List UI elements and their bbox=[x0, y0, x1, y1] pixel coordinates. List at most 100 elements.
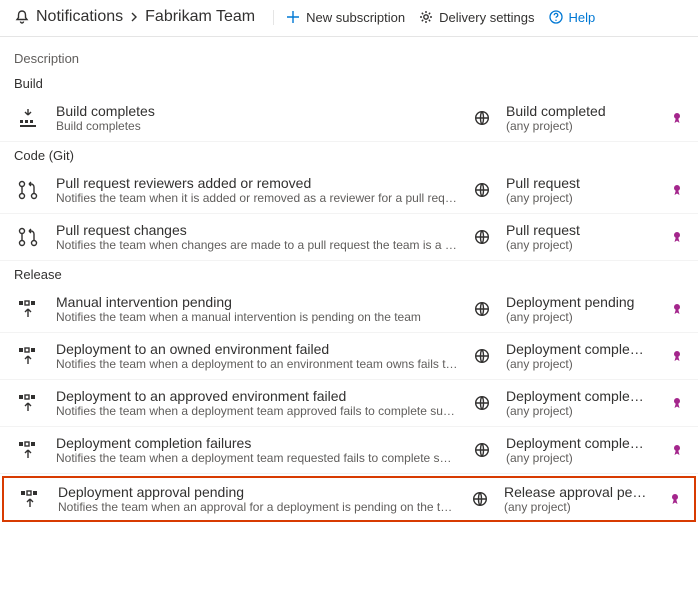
help-button[interactable]: Help bbox=[549, 10, 596, 25]
chevron-right-icon bbox=[129, 12, 139, 22]
subscription-row[interactable]: Pull request changesNotifies the team wh… bbox=[0, 214, 698, 261]
globe-icon bbox=[472, 229, 492, 245]
group-label: Release bbox=[0, 261, 698, 286]
bell-icon bbox=[14, 9, 30, 25]
group-label: Build bbox=[0, 70, 698, 95]
row-main: Deployment to an owned environment faile… bbox=[56, 341, 458, 371]
build-icon bbox=[14, 106, 42, 130]
row-desc: Notifies the team when a deployment team… bbox=[56, 451, 458, 465]
row-desc: Notifies the team when changes are made … bbox=[56, 238, 458, 252]
badge-icon bbox=[670, 184, 684, 196]
event-title: Deployment comple… bbox=[506, 388, 656, 404]
row-main: Pull request changesNotifies the team wh… bbox=[56, 222, 458, 252]
row-main: Deployment completion failuresNotifies t… bbox=[56, 435, 458, 465]
toolbar: New subscription Delivery settings Help bbox=[273, 10, 595, 25]
header: Notifications Fabrikam Team New subscrip… bbox=[0, 0, 698, 37]
row-main: Build completesBuild completes bbox=[56, 103, 458, 133]
plus-icon bbox=[286, 10, 300, 24]
deploy-icon bbox=[14, 344, 42, 368]
breadcrumb-leaf: Fabrikam Team bbox=[145, 8, 255, 26]
gear-icon bbox=[419, 10, 433, 24]
subscription-row[interactable]: Manual intervention pendingNotifies the … bbox=[0, 286, 698, 333]
row-desc: Notifies the team when an approval for a… bbox=[58, 500, 456, 514]
badge-icon bbox=[670, 444, 684, 456]
new-subscription-label: New subscription bbox=[306, 10, 405, 25]
row-desc: Notifies the team when it is added or re… bbox=[56, 191, 458, 205]
row-main: Manual intervention pendingNotifies the … bbox=[56, 294, 458, 324]
badge-icon bbox=[670, 231, 684, 243]
badge-icon bbox=[668, 493, 682, 505]
globe-icon bbox=[472, 348, 492, 364]
row-event: Deployment pending(any project) bbox=[506, 294, 656, 324]
event-scope: (any project) bbox=[506, 357, 656, 371]
subscription-row[interactable]: Deployment approval pendingNotifies the … bbox=[2, 476, 696, 522]
badge-icon bbox=[670, 112, 684, 124]
subscription-row[interactable]: Pull request reviewers added or removedN… bbox=[0, 167, 698, 214]
deploy-icon bbox=[16, 487, 44, 511]
row-event: Pull request(any project) bbox=[506, 175, 656, 205]
row-title: Build completes bbox=[56, 103, 458, 119]
event-scope: (any project) bbox=[506, 310, 656, 324]
row-main: Deployment to an approved environment fa… bbox=[56, 388, 458, 418]
badge-icon bbox=[670, 350, 684, 362]
subscription-row[interactable]: Deployment to an owned environment faile… bbox=[0, 333, 698, 380]
event-title: Pull request bbox=[506, 222, 656, 238]
row-event: Deployment comple…(any project) bbox=[506, 341, 656, 371]
pr-icon bbox=[14, 178, 42, 202]
subscription-row[interactable]: Deployment completion failuresNotifies t… bbox=[0, 427, 698, 474]
event-scope: (any project) bbox=[506, 238, 656, 252]
deploy-icon bbox=[14, 391, 42, 415]
event-title: Deployment comple… bbox=[506, 435, 656, 451]
row-title: Manual intervention pending bbox=[56, 294, 458, 310]
delivery-settings-label: Delivery settings bbox=[439, 10, 534, 25]
row-event: Build completed(any project) bbox=[506, 103, 656, 133]
subscription-row[interactable]: Build completesBuild completes Build com… bbox=[0, 95, 698, 142]
breadcrumb: Notifications Fabrikam Team bbox=[14, 8, 255, 26]
event-scope: (any project) bbox=[504, 500, 654, 514]
pr-icon bbox=[14, 225, 42, 249]
row-desc: Notifies the team when a deployment to a… bbox=[56, 357, 458, 371]
row-title: Deployment to an owned environment faile… bbox=[56, 341, 458, 357]
delivery-settings-button[interactable]: Delivery settings bbox=[419, 10, 534, 25]
row-title: Pull request changes bbox=[56, 222, 458, 238]
globe-icon bbox=[472, 182, 492, 198]
event-scope: (any project) bbox=[506, 451, 656, 465]
event-title: Release approval pe… bbox=[504, 484, 654, 500]
row-title: Deployment approval pending bbox=[58, 484, 456, 500]
event-title: Deployment comple… bbox=[506, 341, 656, 357]
row-event: Pull request(any project) bbox=[506, 222, 656, 252]
group-label: Code (Git) bbox=[0, 142, 698, 167]
help-label: Help bbox=[569, 10, 596, 25]
row-title: Deployment completion failures bbox=[56, 435, 458, 451]
globe-icon bbox=[470, 491, 490, 507]
globe-icon bbox=[472, 442, 492, 458]
event-title: Deployment pending bbox=[506, 294, 656, 310]
row-main: Deployment approval pendingNotifies the … bbox=[58, 484, 456, 514]
row-title: Pull request reviewers added or removed bbox=[56, 175, 458, 191]
deploy-icon bbox=[14, 438, 42, 462]
row-title: Deployment to an approved environment fa… bbox=[56, 388, 458, 404]
breadcrumb-root[interactable]: Notifications bbox=[36, 8, 123, 26]
event-scope: (any project) bbox=[506, 191, 656, 205]
event-title: Pull request bbox=[506, 175, 656, 191]
event-title: Build completed bbox=[506, 103, 656, 119]
globe-icon bbox=[472, 395, 492, 411]
subscription-row[interactable]: Deployment to an approved environment fa… bbox=[0, 380, 698, 427]
badge-icon bbox=[670, 303, 684, 315]
help-icon bbox=[549, 10, 563, 24]
globe-icon bbox=[472, 301, 492, 317]
deploy-icon bbox=[14, 297, 42, 321]
row-main: Pull request reviewers added or removedN… bbox=[56, 175, 458, 205]
row-event: Release approval pe…(any project) bbox=[504, 484, 654, 514]
new-subscription-button[interactable]: New subscription bbox=[286, 10, 405, 25]
column-header-description: Description bbox=[0, 37, 698, 70]
row-event: Deployment comple…(any project) bbox=[506, 388, 656, 418]
subscription-list: Build Build completesBuild completes Bui… bbox=[0, 70, 698, 522]
event-scope: (any project) bbox=[506, 404, 656, 418]
row-event: Deployment comple…(any project) bbox=[506, 435, 656, 465]
row-desc: Build completes bbox=[56, 119, 458, 133]
row-desc: Notifies the team when a manual interven… bbox=[56, 310, 458, 324]
globe-icon bbox=[472, 110, 492, 126]
event-scope: (any project) bbox=[506, 119, 656, 133]
row-desc: Notifies the team when a deployment team… bbox=[56, 404, 458, 418]
